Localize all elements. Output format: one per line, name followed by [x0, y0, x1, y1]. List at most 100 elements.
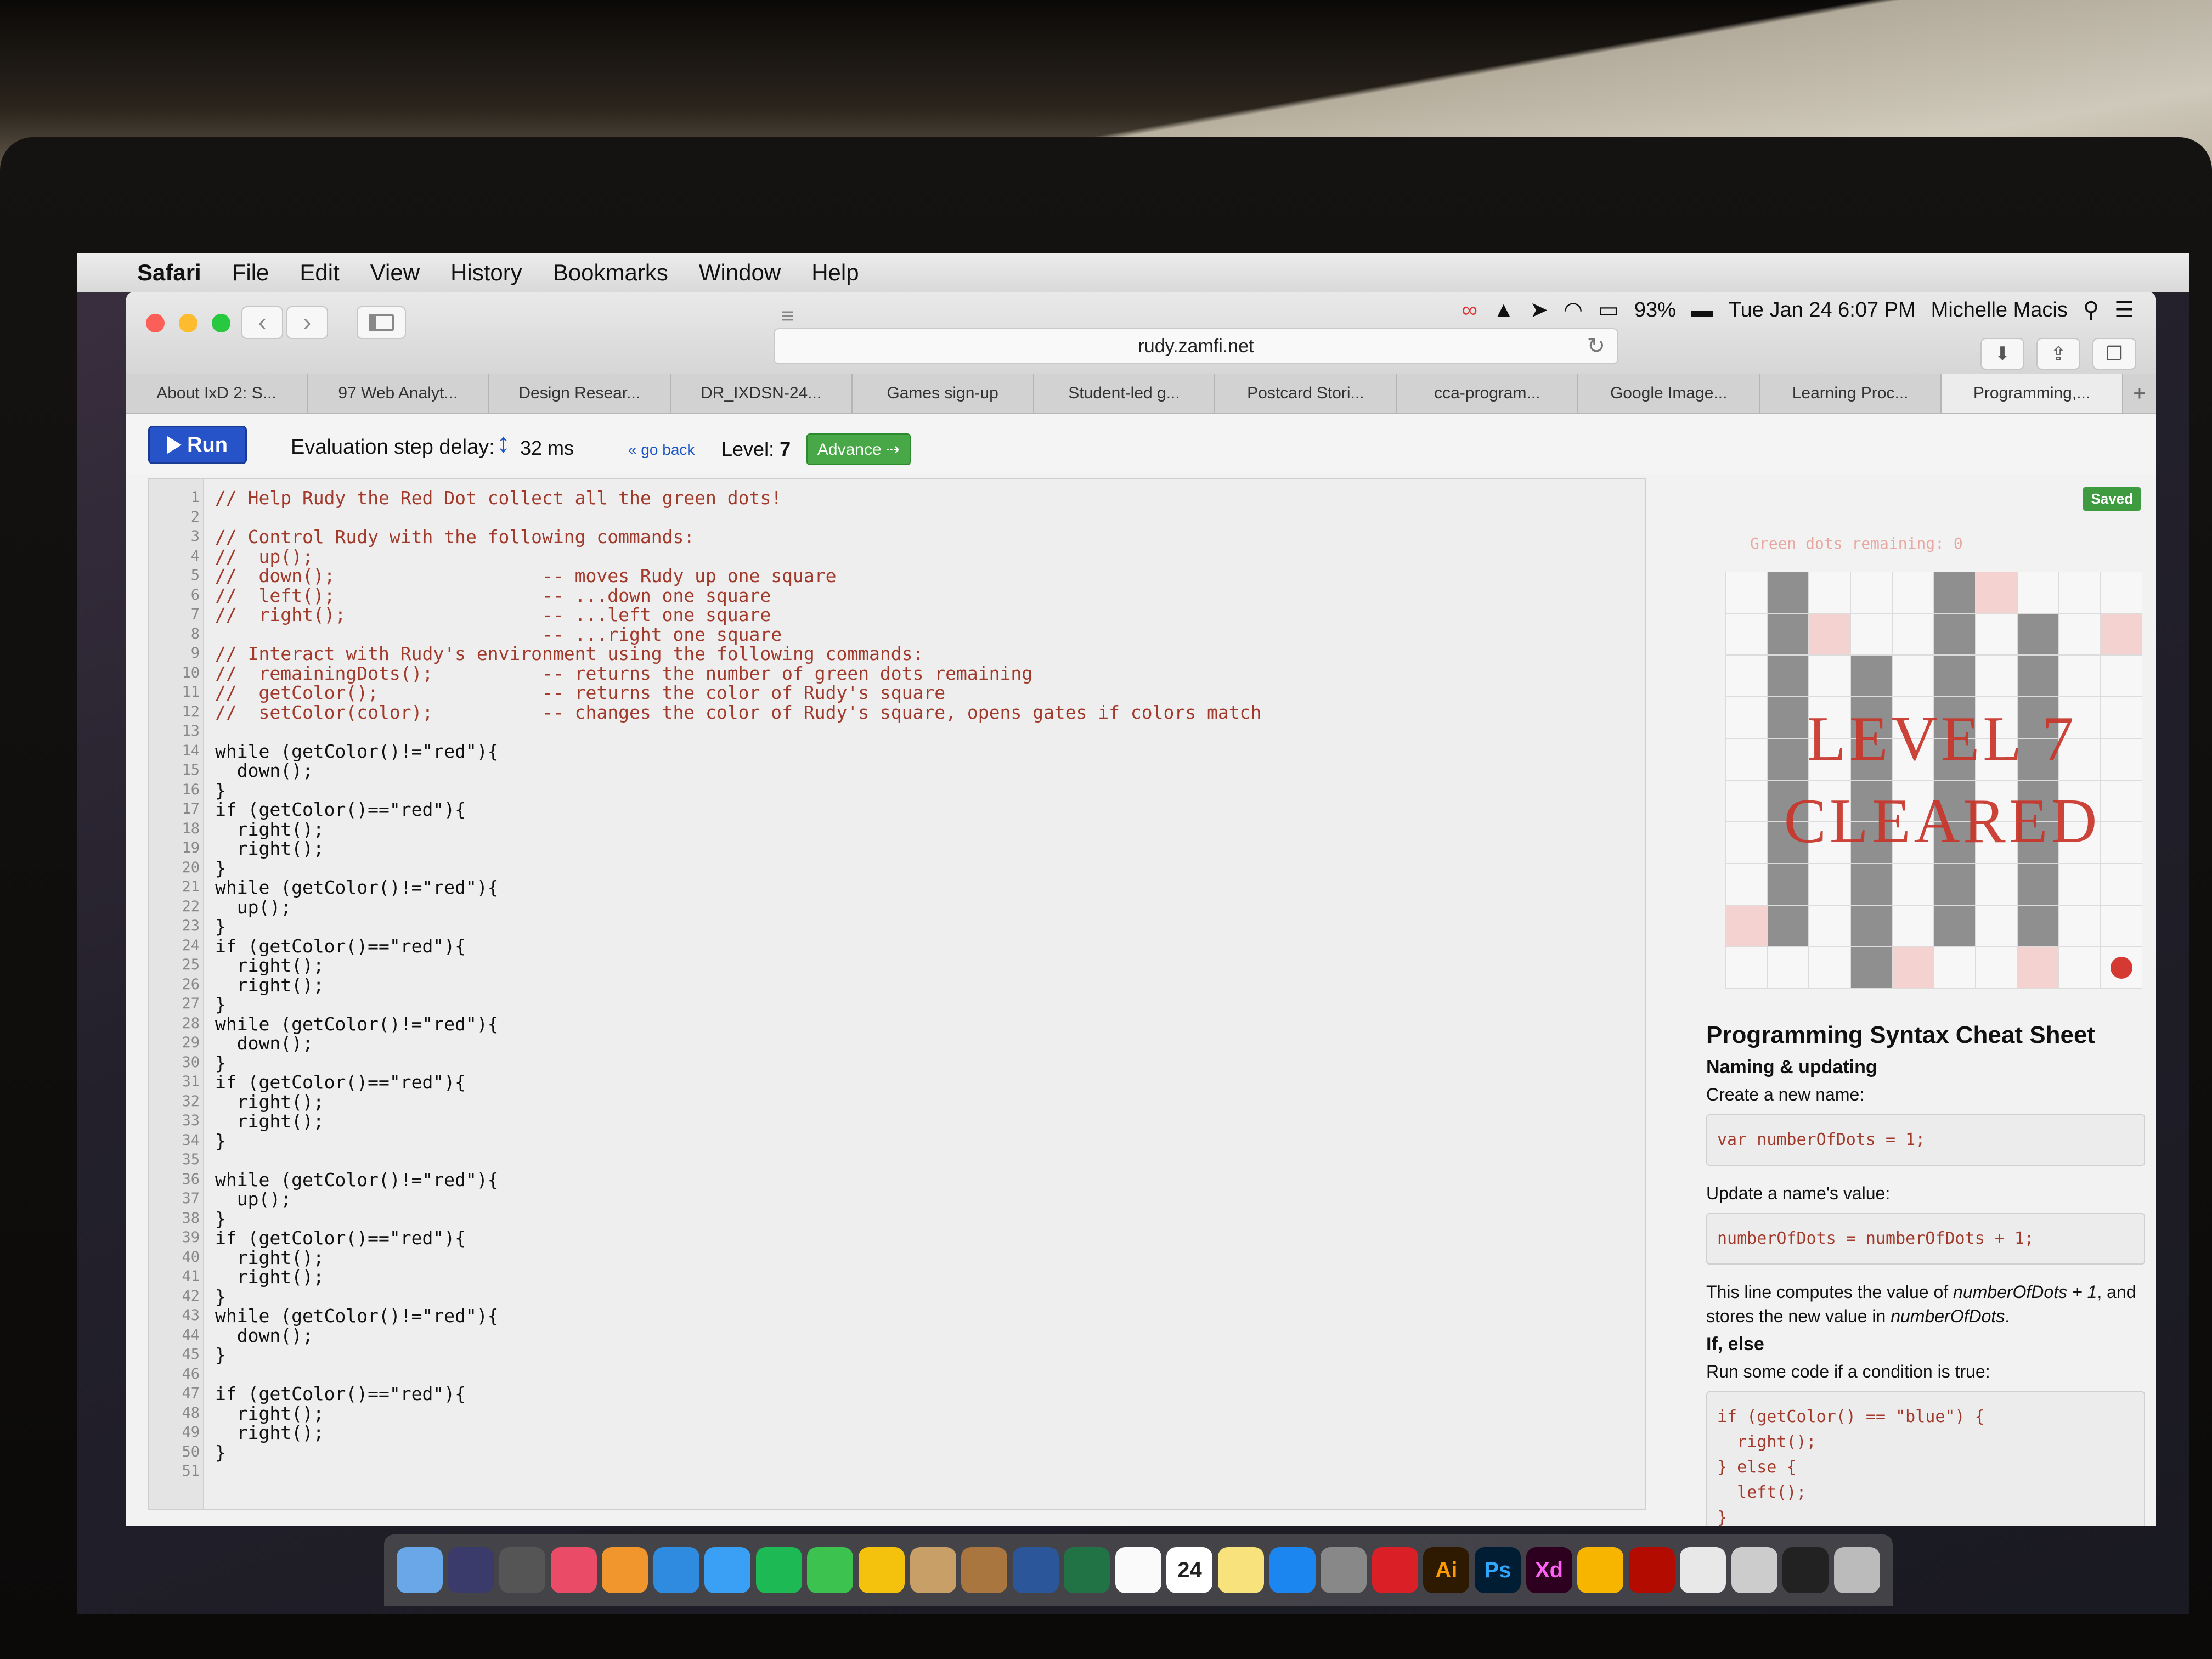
dock-xd-icon[interactable]: Xd: [1526, 1547, 1572, 1593]
code-line[interactable]: down();: [215, 760, 313, 781]
code-line[interactable]: if (getColor()=="red"){: [215, 1071, 466, 1093]
code-line[interactable]: // remainingDots(); -- returns the numbe…: [215, 663, 1032, 684]
tab-programming[interactable]: Programming,...: [1942, 374, 2123, 413]
code-line[interactable]: // right(); -- ...left one square: [215, 604, 771, 625]
code-line[interactable]: while (getColor()!="red"){: [215, 877, 499, 898]
dock-preview-icon[interactable]: [1680, 1547, 1726, 1593]
reload-icon[interactable]: ↻: [1587, 334, 1605, 359]
dock-drive-icon[interactable]: [858, 1547, 905, 1593]
dock-finder-icon[interactable]: [396, 1547, 443, 1593]
code-line[interactable]: }: [215, 857, 226, 879]
code-line[interactable]: }: [215, 1208, 226, 1229]
menu-view[interactable]: View: [370, 259, 420, 286]
dock-launchpad-icon[interactable]: [499, 1547, 545, 1593]
code-line[interactable]: right();: [215, 1247, 324, 1268]
dock-contacts-icon[interactable]: [961, 1547, 1008, 1593]
code-line[interactable]: up();: [215, 896, 291, 918]
menu-edit[interactable]: Edit: [300, 259, 339, 286]
dock-itunes-icon[interactable]: [550, 1547, 597, 1593]
code-line[interactable]: // up();: [215, 546, 313, 567]
code-line[interactable]: }: [215, 994, 226, 1015]
share-button[interactable]: ⇪: [2036, 338, 2080, 370]
tab-learning-process[interactable]: Learning Proc...: [1760, 374, 1942, 413]
airplay-icon[interactable]: ▭: [1598, 297, 1619, 323]
close-window-button[interactable]: [146, 314, 165, 332]
code-line[interactable]: // Interact with Rudy's environment usin…: [215, 643, 923, 664]
dock-ibooks-icon[interactable]: [602, 1547, 648, 1593]
minimize-window-button[interactable]: [179, 314, 198, 332]
code-line[interactable]: right();: [215, 1091, 324, 1113]
code-line[interactable]: while (getColor()!="red"){: [215, 1013, 499, 1035]
dock-facetime-icon[interactable]: [807, 1547, 854, 1593]
code-line[interactable]: right();: [215, 1403, 324, 1424]
dock-siri-icon[interactable]: [448, 1547, 494, 1593]
code-line[interactable]: // setColor(color); -- changes the color…: [215, 702, 1261, 723]
code-line[interactable]: if (getColor()=="red"){: [215, 935, 466, 957]
code-line[interactable]: down();: [215, 1032, 313, 1054]
code-editor[interactable]: 1 // Help Rudy the Red Dot collect all th…: [148, 478, 1646, 1510]
advance-button[interactable]: Advance ⇢: [806, 433, 911, 465]
menu-history[interactable]: History: [450, 259, 522, 286]
run-button[interactable]: Run: [148, 426, 247, 464]
tab-design-research[interactable]: Design Resear...: [489, 374, 671, 413]
code-line[interactable]: right();: [215, 1266, 324, 1288]
dock-trash-icon[interactable]: [1833, 1547, 1880, 1593]
new-tab-button[interactable]: +: [2123, 374, 2156, 413]
dock-app-store-icon[interactable]: [1269, 1547, 1316, 1593]
menu-window[interactable]: Window: [699, 259, 781, 286]
tab-web-analytics[interactable]: 97 Web Analyt...: [308, 374, 489, 413]
tab-dr-ixdsn[interactable]: DR_IXDSN-24...: [671, 374, 853, 413]
tab-cca-program[interactable]: cca-program...: [1397, 374, 1579, 413]
dock-word-icon[interactable]: [1012, 1547, 1059, 1593]
code-line[interactable]: }: [215, 1130, 226, 1152]
tab-student-led[interactable]: Student-led g...: [1034, 374, 1216, 413]
code-line[interactable]: while (getColor()!="red"){: [215, 1305, 499, 1327]
zoom-window-button[interactable]: [212, 314, 230, 332]
dock-creative-cloud-icon[interactable]: [1372, 1547, 1418, 1593]
tab-postcard-stories[interactable]: Postcard Stori...: [1215, 374, 1397, 413]
dock-photoshop-icon[interactable]: Ps: [1474, 1547, 1521, 1593]
forward-button[interactable]: ›: [286, 306, 328, 339]
sidebar-toggle-button[interactable]: [357, 306, 406, 339]
code-line[interactable]: if (getColor()=="red"){: [215, 1383, 466, 1404]
dock-screenshot-icon[interactable]: [1731, 1547, 1778, 1593]
code-line[interactable]: right();: [215, 955, 324, 976]
go-back-link[interactable]: « go back: [628, 441, 695, 459]
tab-games-signup[interactable]: Games sign-up: [853, 374, 1034, 413]
dock-messages-icon[interactable]: [704, 1547, 751, 1593]
dock-sketch-icon[interactable]: [1577, 1547, 1624, 1593]
tab-about-ixd[interactable]: About IxD 2: S...: [126, 374, 308, 413]
menu-app-safari[interactable]: Safari: [137, 259, 201, 286]
code-line[interactable]: if (getColor()=="red"){: [215, 1227, 466, 1249]
code-line[interactable]: down();: [215, 1325, 313, 1346]
wifi-icon[interactable]: ◠: [1564, 297, 1583, 323]
dock-terminal-icon[interactable]: [1782, 1547, 1829, 1593]
clock[interactable]: Tue Jan 24 6:07 PM: [1729, 298, 1916, 322]
menu-bookmarks[interactable]: Bookmarks: [553, 259, 668, 286]
back-button[interactable]: ‹: [241, 306, 283, 339]
code-line[interactable]: right();: [215, 819, 324, 840]
code-line[interactable]: right();: [215, 1422, 324, 1443]
code-line[interactable]: right();: [215, 838, 324, 859]
code-line[interactable]: }: [215, 1286, 226, 1307]
code-line[interactable]: // left(); -- ...down one square: [215, 585, 771, 606]
code-line[interactable]: }: [215, 1442, 226, 1463]
dock-acrobat-icon[interactable]: [1628, 1547, 1675, 1593]
code-line[interactable]: -- ...right one square: [215, 624, 782, 645]
dock-photos-icon[interactable]: [910, 1547, 956, 1593]
code-line[interactable]: // Help Rudy the Red Dot collect all the…: [215, 487, 782, 509]
code-line[interactable]: }: [215, 1052, 226, 1074]
code-line[interactable]: // getColor(); -- returns the color of R…: [215, 682, 945, 703]
dock-notes-icon[interactable]: [1218, 1547, 1265, 1593]
reader-icon[interactable]: ≡: [781, 304, 794, 329]
code-line[interactable]: // Control Rudy with the following comma…: [215, 526, 695, 548]
step-delay-value[interactable]: 32 ms: [520, 437, 574, 460]
spotlight-search-icon[interactable]: ⚲: [2083, 297, 2099, 323]
dock-spotify-icon[interactable]: [755, 1547, 802, 1593]
menu-help[interactable]: Help: [811, 259, 859, 286]
menu-file[interactable]: File: [232, 259, 269, 286]
code-line[interactable]: right();: [215, 1110, 324, 1132]
code-line[interactable]: while (getColor()!="red"){: [215, 1169, 499, 1190]
address-bar[interactable]: ≡ rudy.zamfi.net ↻: [774, 304, 1618, 364]
tab-google-images[interactable]: Google Image...: [1578, 374, 1760, 413]
